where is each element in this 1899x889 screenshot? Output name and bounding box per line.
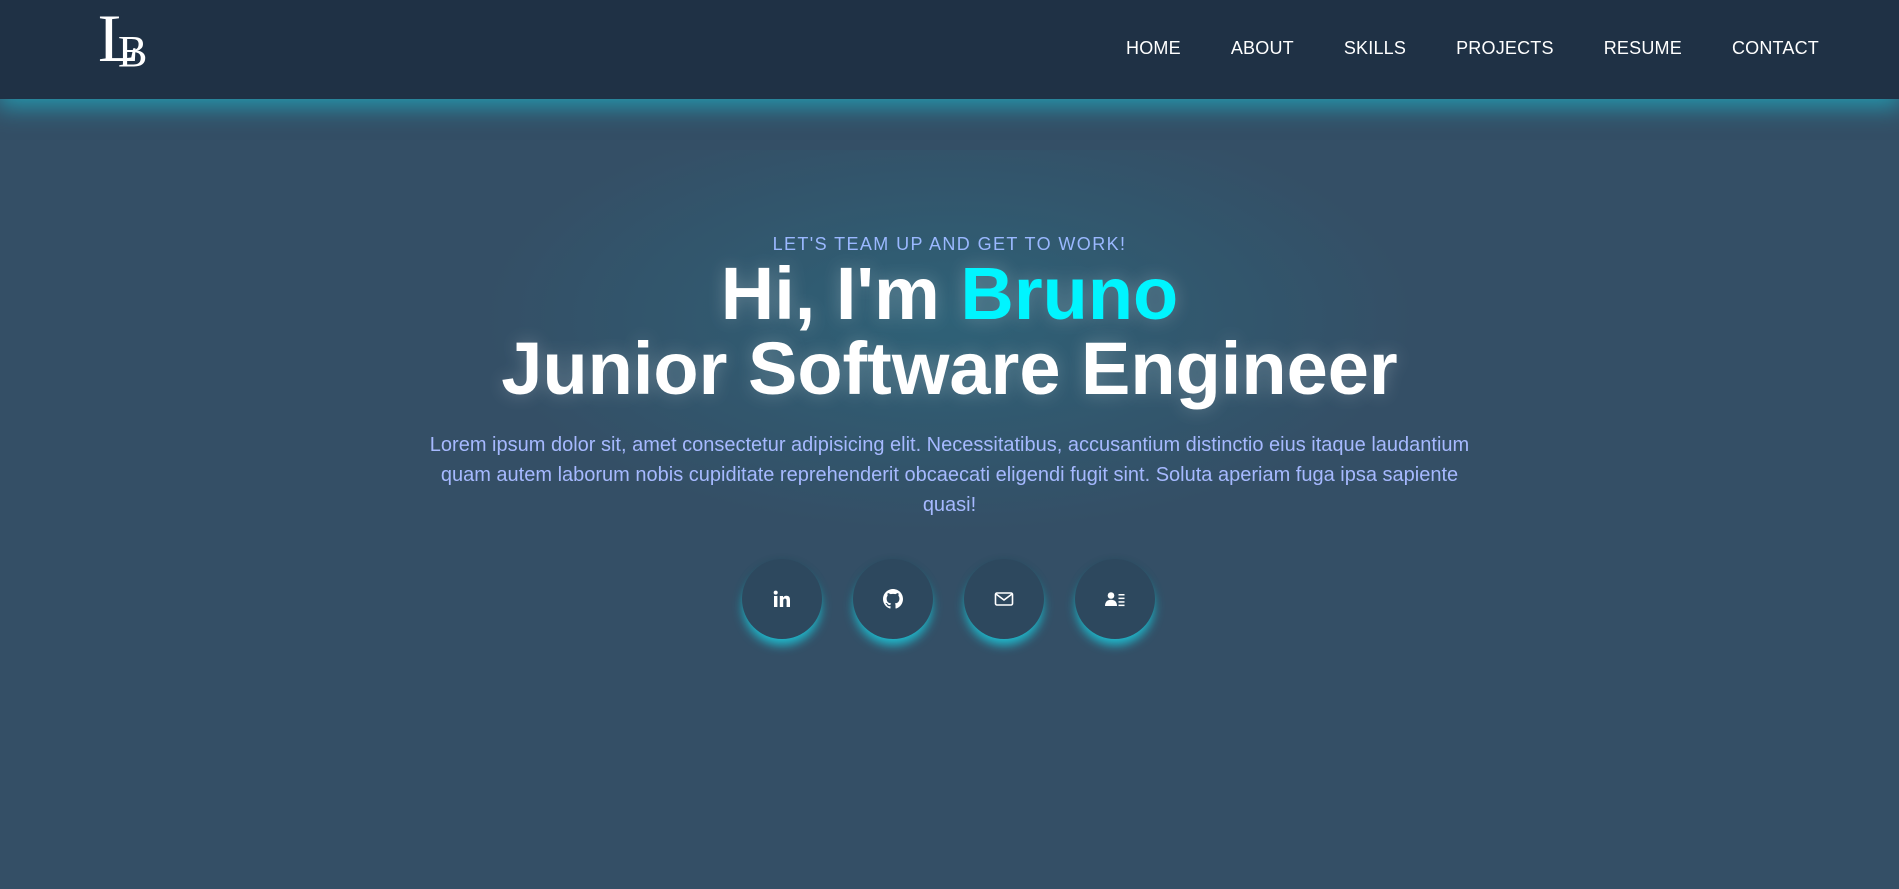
- nav-about[interactable]: ABOUT: [1231, 36, 1294, 60]
- social-links: [742, 559, 1186, 639]
- github-button[interactable]: [853, 559, 933, 639]
- site-header: L B HOME ABOUT SKILLS PROJECTS RESUME CO…: [0, 0, 1899, 99]
- nav-projects[interactable]: PROJECTS: [1456, 36, 1554, 60]
- portfolio-page: L B HOME ABOUT SKILLS PROJECTS RESUME CO…: [0, 0, 1899, 889]
- nav-contact[interactable]: CONTACT: [1732, 36, 1819, 60]
- greeting-text: Hi, I'm: [720, 252, 961, 335]
- hero-greeting: Hi, I'm Bruno: [0, 254, 1899, 334]
- hero-intro: Lorem ipsum dolor sit, amet consectetur …: [429, 434, 1470, 516]
- nav-skills[interactable]: SKILLS: [1344, 36, 1406, 60]
- mail-icon: [994, 592, 1014, 606]
- contact-card-icon: [1105, 592, 1125, 607]
- main-nav: HOME ABOUT SKILLS PROJECTS RESUME CONTAC…: [1076, 36, 1819, 60]
- mail-button[interactable]: [964, 559, 1044, 639]
- linkedin-button[interactable]: [742, 559, 822, 639]
- resume-button[interactable]: [1075, 559, 1155, 639]
- site-logo[interactable]: L B: [96, 4, 152, 82]
- github-icon: [883, 589, 903, 609]
- hero-role: Junior Software Engineer: [501, 327, 1398, 410]
- hero-name: Bruno: [960, 252, 1179, 335]
- nav-home[interactable]: HOME: [1126, 36, 1181, 60]
- nav-resume[interactable]: RESUME: [1604, 36, 1682, 60]
- logo-letter-b: B: [118, 27, 148, 76]
- linkedin-icon: [773, 590, 790, 607]
